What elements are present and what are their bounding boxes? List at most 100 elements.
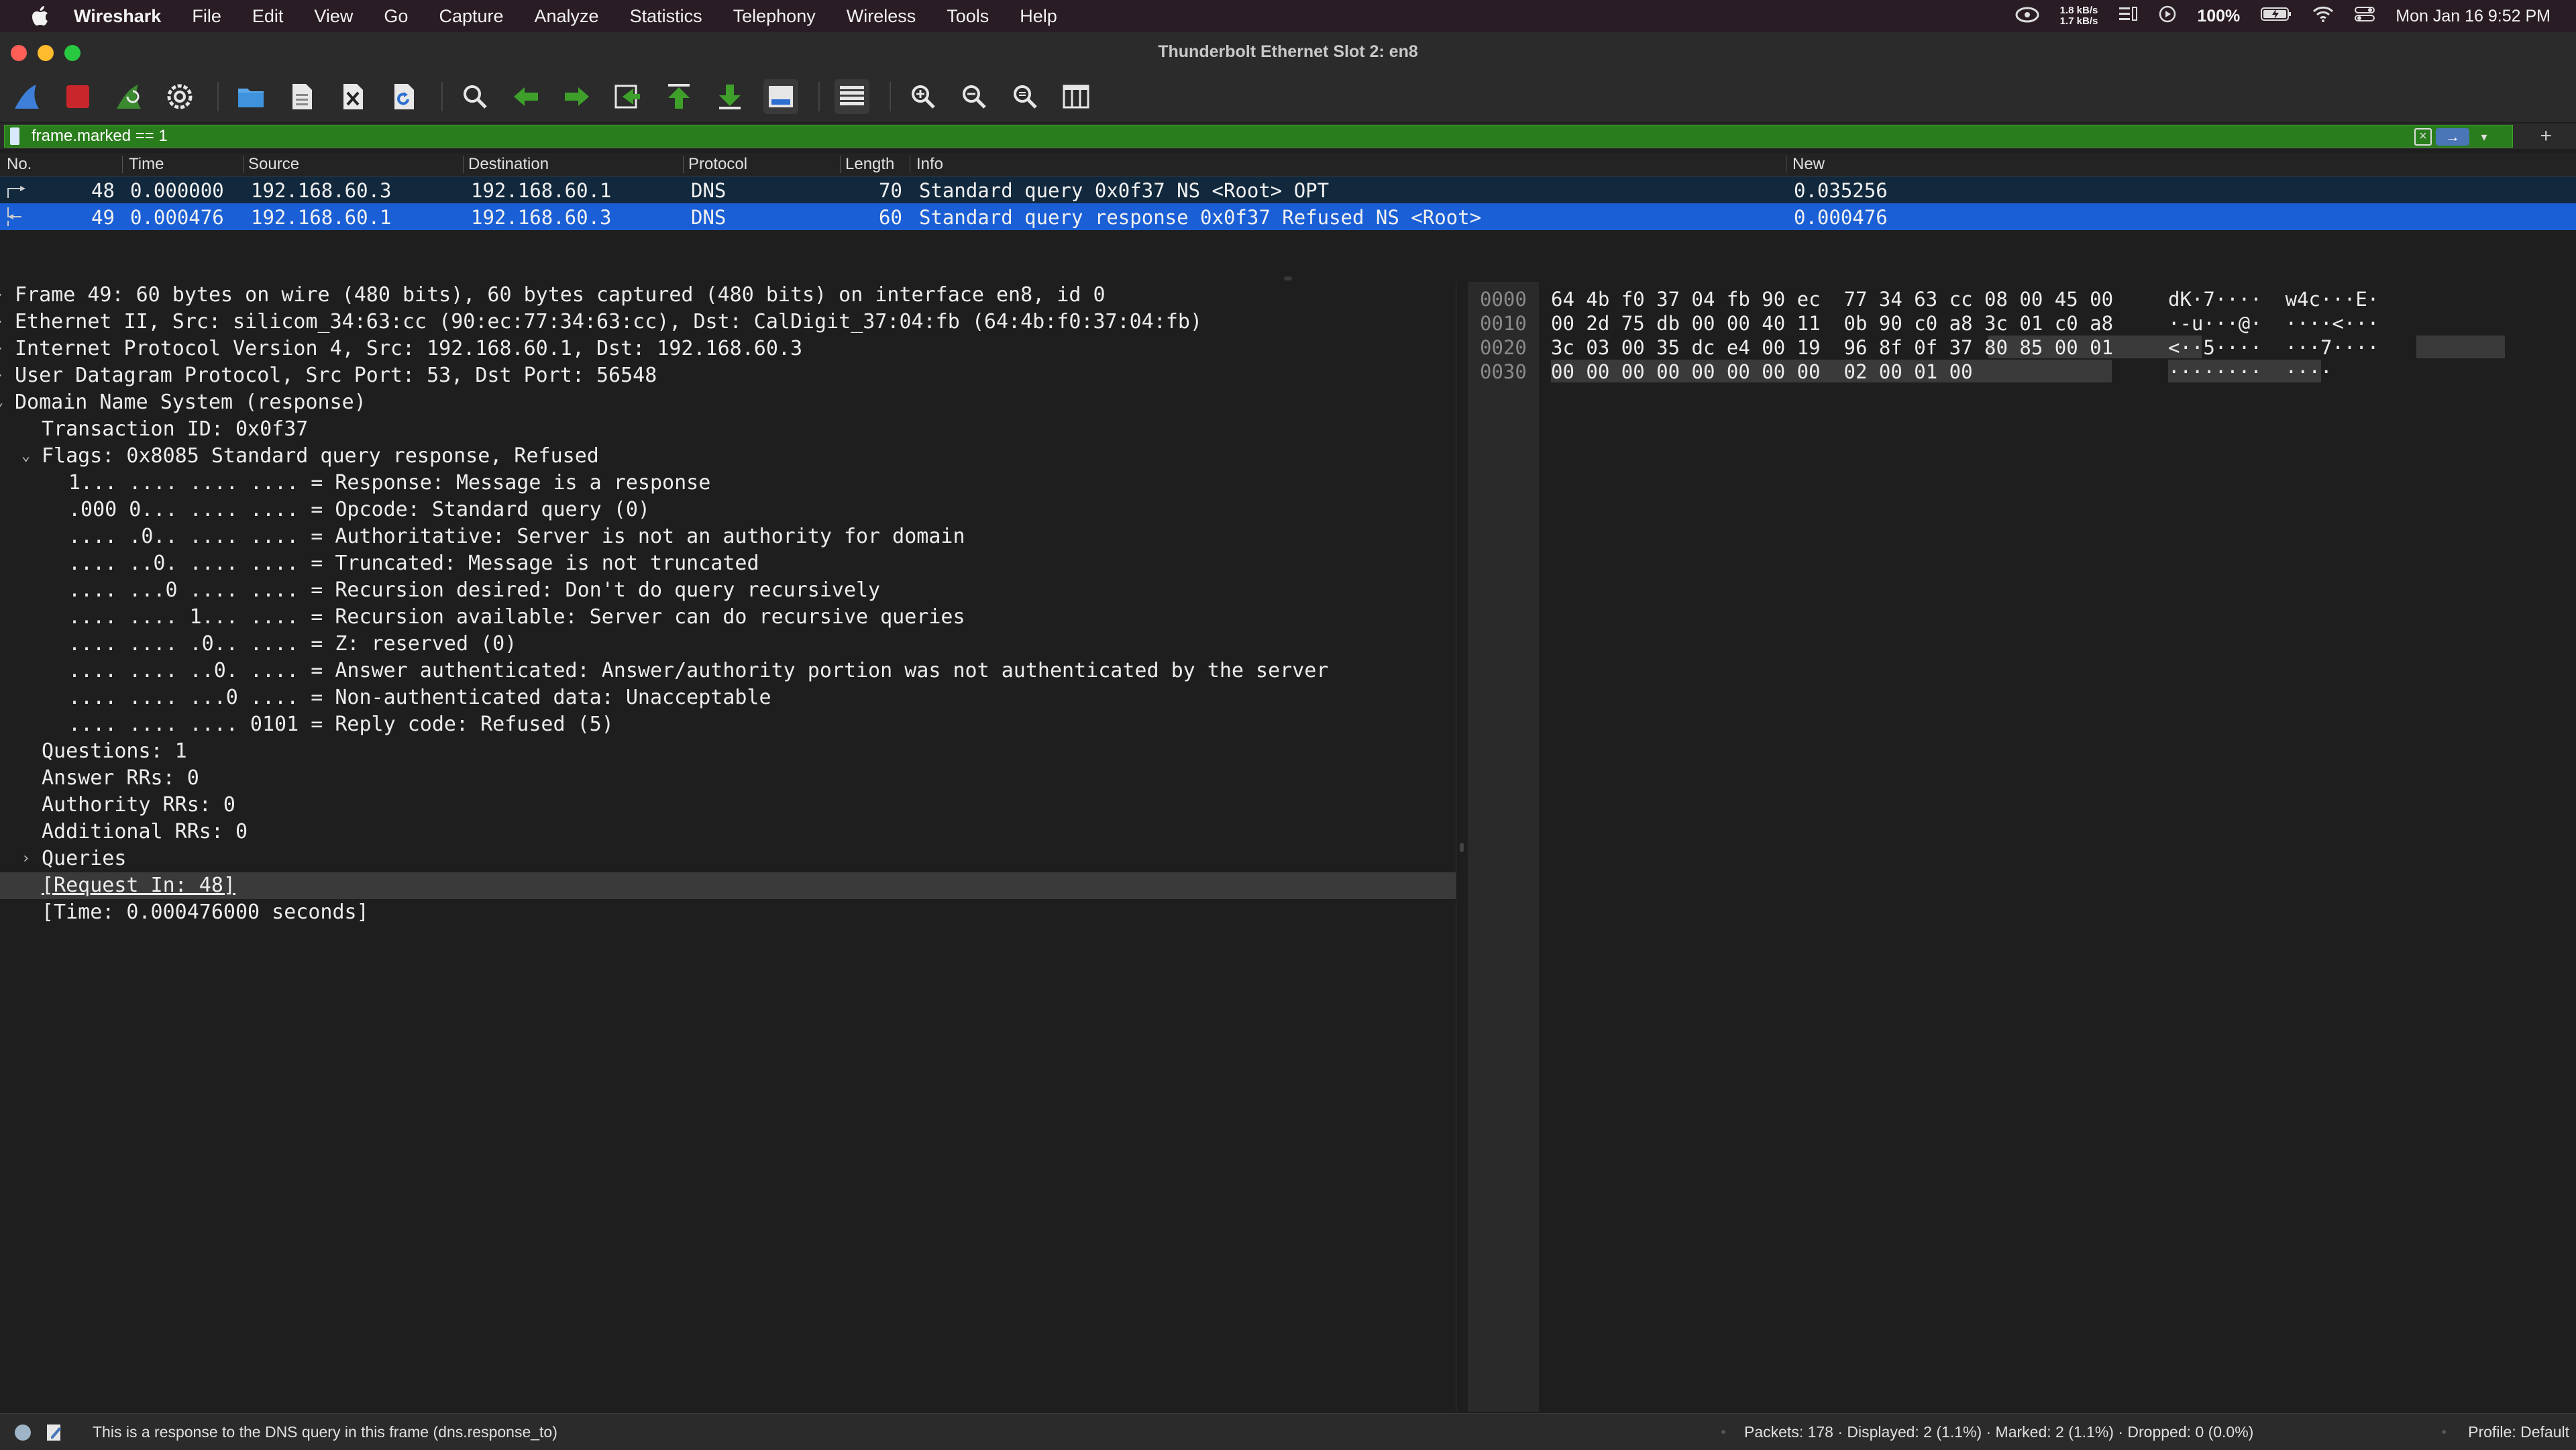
column-divider[interactable]: [122, 156, 123, 173]
detail-tree-line[interactable]: .... .0.. .... .... = Authoritative: Ser…: [0, 523, 1456, 550]
save-file-button[interactable]: [284, 79, 319, 114]
byte-ascii[interactable]: <··5···· ···7····: [2168, 335, 2379, 360]
filter-history-chevron-icon[interactable]: ▾: [2476, 128, 2492, 146]
expanded-chevron-icon[interactable]: ⌄: [0, 389, 3, 416]
column-header-no[interactable]: No.: [7, 155, 32, 174]
column-header-time[interactable]: Time: [129, 155, 164, 174]
minimize-window-button[interactable]: [38, 45, 54, 61]
capture-comment-icon[interactable]: [46, 1422, 63, 1442]
menu-go[interactable]: Go: [384, 6, 408, 27]
menu-edit[interactable]: Edit: [252, 6, 284, 27]
detail-link-text[interactable]: [Request In: 48]: [42, 872, 235, 899]
column-header-destination[interactable]: Destination: [468, 155, 549, 174]
byte-hex[interactable]: 00 2d 75 db 00 00 40 11 0b 90 c0 a8 3c 0…: [1551, 311, 2113, 335]
column-header-new[interactable]: New: [1792, 155, 1825, 174]
detail-tree-line[interactable]: Authority RRs: 0: [0, 792, 1456, 819]
detail-tree-line[interactable]: .... .... ..0. .... = Answer authenticat…: [0, 658, 1456, 684]
detail-tree-line[interactable]: › Frame 49: 60 bytes on wire (480 bits), …: [0, 282, 1456, 309]
byte-ascii[interactable]: dK·7···· w4c···E·: [2168, 287, 2379, 311]
capture-options-button[interactable]: [162, 79, 197, 114]
zoom-window-button[interactable]: [64, 45, 80, 61]
collapsed-chevron-icon[interactable]: ›: [0, 282, 3, 309]
menu-help[interactable]: Help: [1020, 6, 1057, 27]
last-packet-button[interactable]: [712, 79, 747, 114]
detail-tree-line[interactable]: .... .... .... 0101 = Reply code: Refuse…: [0, 711, 1456, 738]
close-file-button[interactable]: [335, 79, 370, 114]
menu-tools[interactable]: Tools: [947, 6, 989, 27]
apply-filter-icon[interactable]: →: [2436, 128, 2469, 146]
packet-row-selected[interactable]: 49 0.000476 192.168.60.1 192.168.60.3 DN…: [0, 203, 2576, 230]
menubar-clock[interactable]: Mon Jan 16 9:52 PM: [2396, 7, 2551, 26]
add-filter-button-icon[interactable]: +: [2540, 123, 2552, 149]
display-filter-input[interactable]: [30, 126, 2381, 146]
detail-tree-line[interactable]: .... .... ...0 .... = Non-authenticated …: [0, 684, 1456, 711]
go-back-button[interactable]: [508, 79, 543, 114]
control-center-icon[interactable]: [2354, 5, 2375, 28]
creative-cloud-icon[interactable]: [2015, 5, 2040, 28]
menu-telephony[interactable]: Telephony: [733, 6, 816, 27]
column-header-length[interactable]: Length: [845, 155, 894, 174]
collapsed-chevron-icon[interactable]: ›: [21, 845, 30, 872]
detail-tree-line[interactable]: › User Datagram Protocol, Src Port: 53, D…: [0, 362, 1456, 389]
bookmark-icon[interactable]: [10, 127, 19, 145]
column-divider[interactable]: [463, 156, 464, 173]
column-divider[interactable]: [840, 156, 841, 173]
detail-tree-line[interactable]: Questions: 1: [0, 738, 1456, 765]
detail-tree-line[interactable]: [Request In: 48]: [0, 872, 1456, 899]
detail-tree-line[interactable]: .... .... 1... .... = Recursion availabl…: [0, 604, 1456, 631]
profile-selector[interactable]: Profile: Default: [2468, 1423, 2569, 1441]
detail-tree-line[interactable]: ⌄ Flags: 0x8085 Standard query response, …: [0, 443, 1456, 470]
byte-hex[interactable]: 00 00 00 00 00 00 00 00 02 00 01 00: [1551, 360, 1973, 384]
find-packet-button[interactable]: [458, 79, 492, 114]
detail-tree-line[interactable]: › Queries: [0, 845, 1456, 872]
stop-capture-button[interactable]: [60, 79, 95, 114]
byte-hex[interactable]: 64 4b f0 37 04 fb 90 ec 77 34 63 cc 08 0…: [1551, 287, 2113, 311]
reload-file-button[interactable]: [386, 79, 421, 114]
detail-tree-line[interactable]: › Internet Protocol Version 4, Src: 192.1…: [0, 335, 1456, 362]
start-capture-button[interactable]: [9, 79, 44, 114]
go-to-packet-button[interactable]: [610, 79, 645, 114]
column-header-info[interactable]: Info: [916, 155, 943, 174]
byte-ascii[interactable]: ·-u···@· ····<···: [2168, 311, 2379, 335]
open-file-button[interactable]: [233, 79, 268, 114]
go-forward-button[interactable]: [559, 79, 594, 114]
play-circle-icon[interactable]: [2158, 5, 2177, 28]
menu-analyze[interactable]: Analyze: [535, 6, 599, 27]
vertical-pane-splitter[interactable]: [1457, 282, 1466, 1412]
battery-icon[interactable]: [2260, 6, 2292, 27]
detail-tree-line[interactable]: Additional RRs: 0: [0, 819, 1456, 845]
autoscroll-button[interactable]: [763, 79, 798, 114]
first-packet-button[interactable]: [661, 79, 696, 114]
apple-menu-icon[interactable]: [27, 5, 54, 27]
splitter-grip[interactable]: [1460, 843, 1464, 852]
collapsed-chevron-icon[interactable]: ›: [0, 335, 3, 362]
menu-capture[interactable]: Capture: [439, 6, 503, 27]
resize-columns-button[interactable]: [1059, 79, 1093, 114]
detail-tree-line[interactable]: › Ethernet II, Src: silicom_34:63:cc (90:…: [0, 309, 1456, 335]
zoom-out-button[interactable]: [957, 79, 991, 114]
menu-statistics[interactable]: Statistics: [630, 6, 702, 27]
menu-wireless[interactable]: Wireless: [847, 6, 916, 27]
restart-capture-button[interactable]: [111, 79, 146, 114]
zoom-in-button[interactable]: [906, 79, 941, 114]
close-window-button[interactable]: [11, 45, 27, 61]
detail-tree-line[interactable]: Transaction ID: 0x0f37: [0, 416, 1456, 443]
menu-file[interactable]: File: [192, 6, 221, 27]
colorize-button[interactable]: [835, 79, 869, 114]
detail-tree-line[interactable]: .... ...0 .... .... = Recursion desired:…: [0, 577, 1456, 604]
expert-info-status-icon[interactable]: [15, 1425, 31, 1441]
list-menu-icon[interactable]: [2118, 5, 2138, 28]
normal-size-button[interactable]: [1008, 79, 1042, 114]
menu-app-name[interactable]: Wireshark: [74, 6, 161, 27]
detail-tree-line[interactable]: [Time: 0.000476000 seconds]: [0, 899, 1456, 926]
network-speed[interactable]: 1.8 kB/s 1.7 kB/s: [2060, 5, 2098, 27]
column-divider[interactable]: [243, 156, 244, 173]
column-header-source[interactable]: Source: [248, 155, 299, 174]
detail-tree-line[interactable]: .... ..0. .... .... = Truncated: Message…: [0, 550, 1456, 577]
detail-tree-line[interactable]: ⌄ Domain Name System (response): [0, 389, 1456, 416]
clear-filter-icon[interactable]: ×: [2414, 128, 2432, 146]
expanded-chevron-icon[interactable]: ⌄: [21, 443, 30, 470]
menu-view[interactable]: View: [314, 6, 353, 27]
detail-tree-line[interactable]: 1... .... .... .... = Response: Message …: [0, 470, 1456, 497]
collapsed-chevron-icon[interactable]: ›: [0, 362, 3, 389]
